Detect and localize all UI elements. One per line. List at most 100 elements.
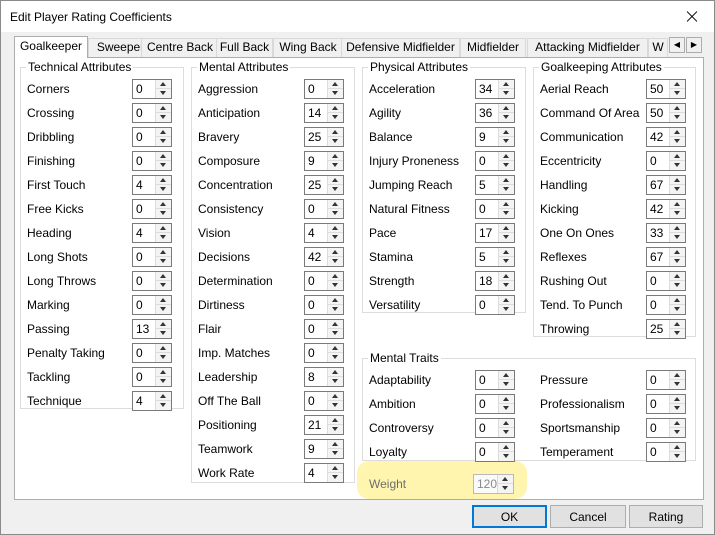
arrow-up-icon[interactable] [328, 368, 343, 377]
arrow-up-icon[interactable] [670, 128, 685, 137]
pace-spinner[interactable]: 17 [475, 223, 515, 243]
arrow-down-icon[interactable] [328, 377, 343, 386]
arrow-up-icon[interactable] [328, 392, 343, 401]
arrow-down-icon[interactable] [156, 185, 171, 194]
arrow-down-icon[interactable] [499, 137, 514, 146]
arrow-down-icon[interactable] [499, 113, 514, 122]
arrow-up-icon[interactable] [156, 176, 171, 185]
tab-attacking-midfielder[interactable]: Attacking Midfielder [527, 38, 648, 57]
arrow-down-icon[interactable] [328, 329, 343, 338]
arrow-up-icon[interactable] [499, 224, 514, 233]
arrow-up-icon[interactable] [156, 368, 171, 377]
professionalism-spinner[interactable]: 0 [646, 394, 686, 414]
arrow-up-icon[interactable] [499, 200, 514, 209]
arrow-down-icon[interactable] [328, 449, 343, 458]
tab-wing-back[interactable]: Wing Back [273, 38, 343, 57]
arrow-up-icon[interactable] [156, 344, 171, 353]
arrow-down-icon[interactable] [670, 452, 685, 461]
pressure-spinner[interactable]: 0 [646, 370, 686, 390]
arrow-down-icon[interactable] [156, 113, 171, 122]
arrow-up-icon[interactable] [328, 440, 343, 449]
arrow-up-icon[interactable] [156, 152, 171, 161]
arrow-up-icon[interactable] [328, 104, 343, 113]
arrow-down-icon[interactable] [499, 428, 514, 437]
arrow-up-icon[interactable] [670, 248, 685, 257]
flair-spinner[interactable]: 0 [304, 319, 344, 339]
arrow-down-icon[interactable] [156, 233, 171, 242]
arrow-up-icon[interactable] [156, 248, 171, 257]
arrow-down-icon[interactable] [499, 185, 514, 194]
arrow-down-icon[interactable] [156, 161, 171, 170]
communication-spinner[interactable]: 42 [646, 127, 686, 147]
arrow-up-icon[interactable] [328, 296, 343, 305]
arrow-up-icon[interactable] [670, 176, 685, 185]
arrow-up-icon[interactable] [670, 296, 685, 305]
arrow-down-icon[interactable] [670, 281, 685, 290]
arrow-down-icon[interactable] [499, 380, 514, 389]
arrow-up-icon[interactable] [670, 200, 685, 209]
arrow-up-icon[interactable] [156, 200, 171, 209]
decisions-spinner[interactable]: 42 [304, 247, 344, 267]
arrow-down-icon[interactable] [156, 257, 171, 266]
arrow-up-icon[interactable] [156, 224, 171, 233]
work-rate-spinner[interactable]: 4 [304, 463, 344, 483]
arrow-down-icon[interactable] [670, 233, 685, 242]
arrow-down-icon[interactable] [499, 305, 514, 314]
arrow-down-icon[interactable] [156, 353, 171, 362]
arrow-down-icon[interactable] [328, 473, 343, 482]
arrow-up-icon[interactable] [156, 128, 171, 137]
arrow-up-icon[interactable] [328, 464, 343, 473]
arrow-up-icon[interactable] [328, 224, 343, 233]
arrow-down-icon[interactable] [156, 377, 171, 386]
arrow-up-icon[interactable] [499, 176, 514, 185]
arrow-up-icon[interactable] [499, 104, 514, 113]
ok-button[interactable]: OK [472, 505, 547, 528]
arrow-down-icon[interactable] [156, 209, 171, 218]
consistency-spinner[interactable]: 0 [304, 199, 344, 219]
arrow-down-icon[interactable] [156, 89, 171, 98]
strength-spinner[interactable]: 18 [475, 271, 515, 291]
arrow-up-icon[interactable] [499, 248, 514, 257]
arrow-up-icon[interactable] [328, 416, 343, 425]
arrow-down-icon[interactable] [499, 257, 514, 266]
ambition-spinner[interactable]: 0 [475, 394, 515, 414]
arrow-up-icon[interactable] [328, 176, 343, 185]
arrow-down-icon[interactable] [670, 428, 685, 437]
vision-spinner[interactable]: 4 [304, 223, 344, 243]
technique-spinner[interactable]: 4 [132, 391, 172, 411]
arrow-down-icon[interactable] [670, 161, 685, 170]
arrow-up-icon[interactable] [499, 443, 514, 452]
arrow-down-icon[interactable] [670, 305, 685, 314]
aerial-reach-spinner[interactable]: 50 [646, 79, 686, 99]
loyalty-spinner[interactable]: 0 [475, 442, 515, 462]
crossing-spinner[interactable]: 0 [132, 103, 172, 123]
arrow-down-icon[interactable] [156, 281, 171, 290]
arrow-down-icon[interactable] [328, 89, 343, 98]
arrow-down-icon[interactable] [499, 209, 514, 218]
imp-matches-spinner[interactable]: 0 [304, 343, 344, 363]
arrow-down-icon[interactable] [328, 113, 343, 122]
bravery-spinner[interactable]: 25 [304, 127, 344, 147]
arrow-up-icon[interactable] [499, 371, 514, 380]
reflexes-spinner[interactable]: 67 [646, 247, 686, 267]
rating-button[interactable]: Rating [629, 505, 703, 528]
eccentricity-spinner[interactable]: 0 [646, 151, 686, 171]
aggression-spinner[interactable]: 0 [304, 79, 344, 99]
command-of-area-spinner[interactable]: 50 [646, 103, 686, 123]
arrow-up-icon[interactable] [670, 272, 685, 281]
composure-spinner[interactable]: 9 [304, 151, 344, 171]
arrow-down-icon[interactable] [328, 257, 343, 266]
close-icon[interactable] [669, 1, 714, 32]
dirtiness-spinner[interactable]: 0 [304, 295, 344, 315]
arrow-up-icon[interactable] [498, 475, 513, 484]
arrow-up-icon[interactable] [670, 152, 685, 161]
long-throws-spinner[interactable]: 0 [132, 271, 172, 291]
arrow-down-icon[interactable] [670, 257, 685, 266]
arrow-up-icon[interactable] [670, 371, 685, 380]
passing-spinner[interactable]: 13 [132, 319, 172, 339]
arrow-up-icon[interactable] [156, 392, 171, 401]
temperament-spinner[interactable]: 0 [646, 442, 686, 462]
corners-spinner[interactable]: 0 [132, 79, 172, 99]
arrow-up-icon[interactable] [328, 320, 343, 329]
arrow-down-icon[interactable] [328, 137, 343, 146]
